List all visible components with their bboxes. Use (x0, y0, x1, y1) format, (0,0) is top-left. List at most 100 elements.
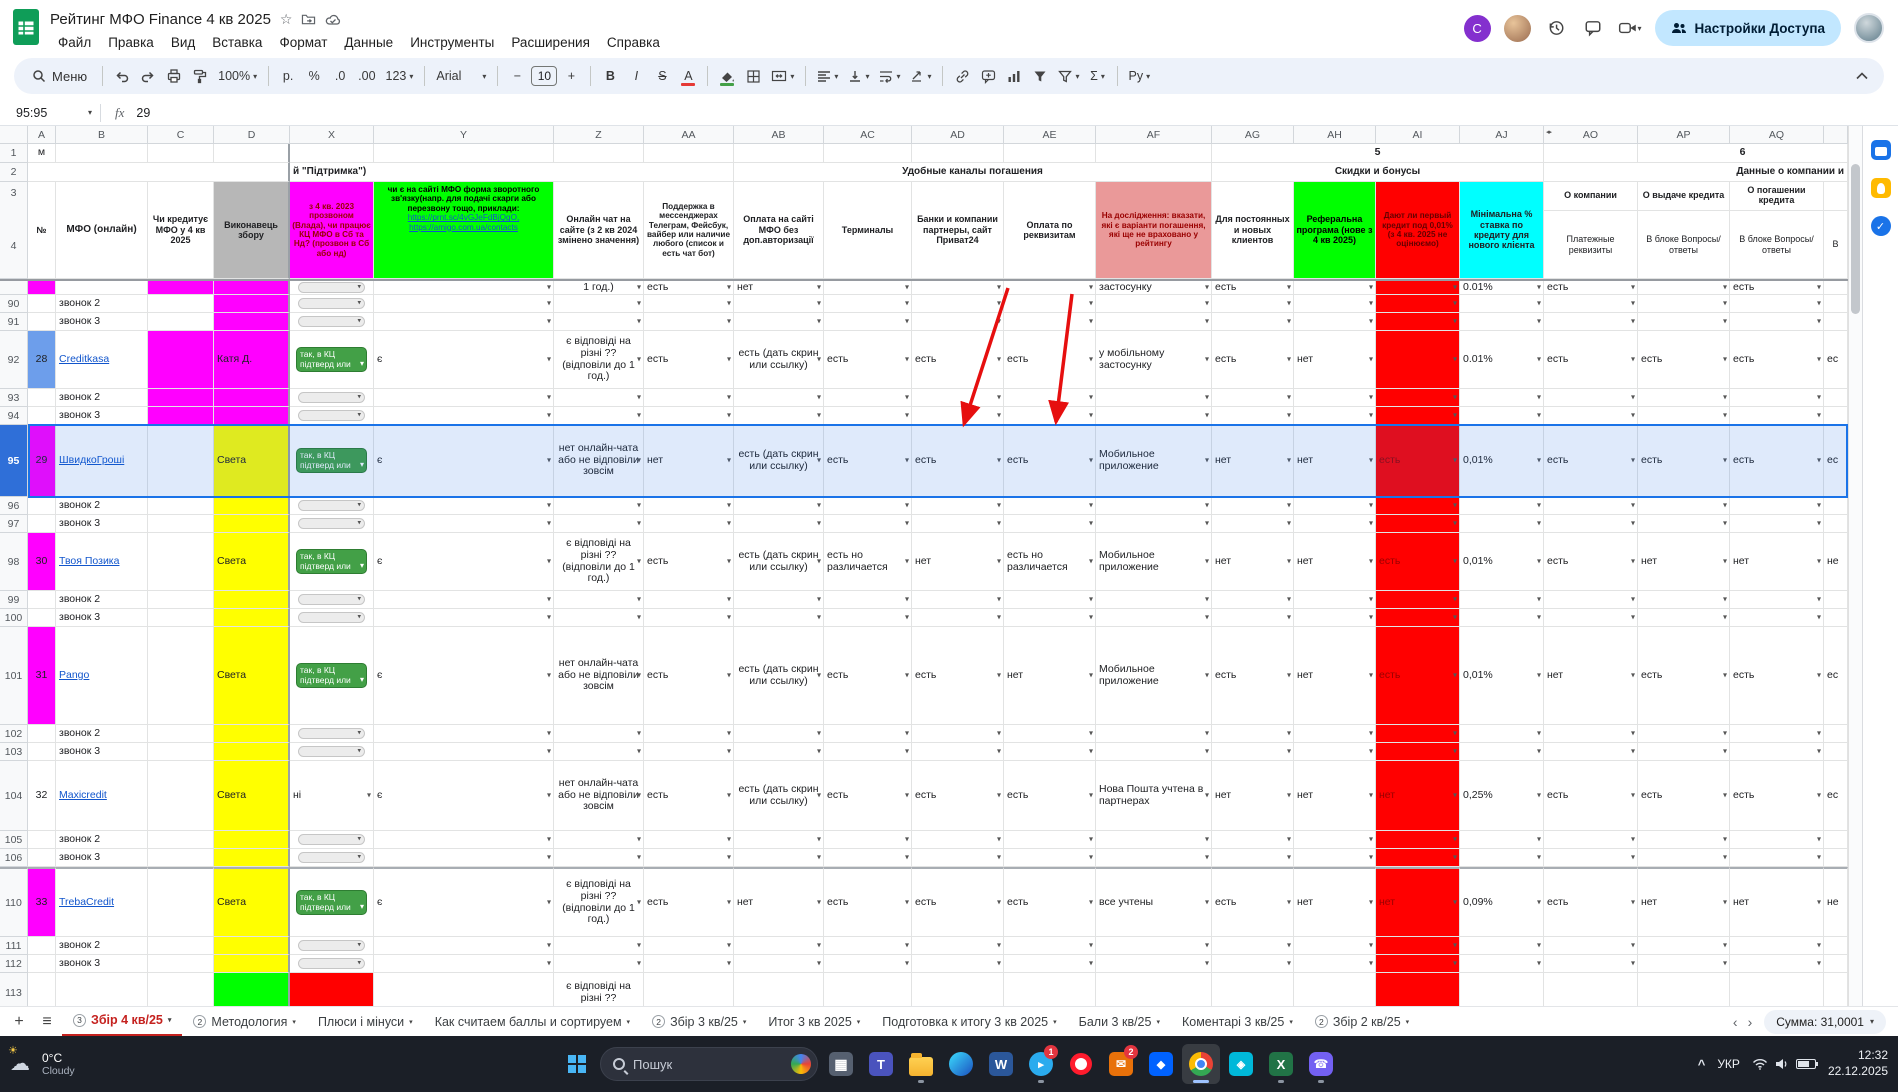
cell-C101[interactable] (148, 627, 214, 725)
cell-AH97[interactable] (1294, 515, 1376, 533)
dropdown-chip-empty[interactable] (298, 500, 365, 511)
column-header-AQ[interactable]: AQ (1730, 126, 1824, 144)
dropbox-icon[interactable]: ◆ (1142, 1044, 1180, 1084)
cell-AF106[interactable] (1096, 849, 1212, 867)
cell-AD94[interactable] (912, 407, 1004, 425)
cell-AE99[interactable] (1004, 591, 1096, 609)
column-header-AA[interactable]: AA (644, 126, 734, 144)
cell-X91[interactable] (290, 313, 374, 331)
cell-Y99[interactable] (374, 591, 554, 609)
cell-AE112[interactable] (1004, 955, 1096, 973)
cell-AP110[interactable]: нет (1638, 867, 1730, 937)
cell-AC90[interactable] (824, 295, 912, 313)
cell-AI106[interactable] (1376, 849, 1460, 867)
cell-X99[interactable] (290, 591, 374, 609)
cell-X[interactable] (290, 281, 374, 295)
cell-AB94[interactable] (734, 407, 824, 425)
cell-AP113[interactable] (1638, 973, 1730, 1006)
cell-C102[interactable] (148, 725, 214, 743)
cell-A112[interactable] (28, 955, 56, 973)
cell-AA91[interactable] (644, 313, 734, 331)
excel-icon[interactable]: X (1262, 1044, 1300, 1084)
hidden-columns-marker[interactable]: ◂▸ (1546, 128, 1551, 136)
cell-AD97[interactable] (912, 515, 1004, 533)
header-executor[interactable]: Виконавець збору (214, 182, 290, 279)
menu-Данные[interactable]: Данные (336, 33, 401, 52)
cell-AJ103[interactable] (1460, 743, 1544, 761)
cell-AH110[interactable]: нет (1294, 867, 1376, 937)
tab-menu-caret-icon[interactable]: ▾ (857, 1018, 861, 1026)
name-box[interactable]: 95:95▾ (8, 106, 100, 120)
cell-AB102[interactable] (734, 725, 824, 743)
cell-B113[interactable] (56, 973, 148, 1006)
cell-D106[interactable] (214, 849, 290, 867)
cell-AQ100[interactable] (1730, 609, 1824, 627)
cell-AA98[interactable]: есть (644, 533, 734, 591)
format-percent-button[interactable]: % (302, 63, 326, 89)
cell-partial90[interactable] (1824, 295, 1848, 313)
filter-views-button[interactable]: ▾ (1054, 63, 1083, 89)
cell-AH112[interactable] (1294, 955, 1376, 973)
cell-Z105[interactable] (554, 831, 644, 849)
cell-AJ100[interactable] (1460, 609, 1544, 627)
cell-AD92[interactable]: есть (912, 331, 1004, 389)
cell-AF1[interactable] (1096, 144, 1212, 163)
cell-AF103[interactable] (1096, 743, 1212, 761)
cell-AQ102[interactable] (1730, 725, 1824, 743)
cell-AA95[interactable]: нет (644, 425, 734, 497)
cell-AJ101[interactable]: 0,01% (1460, 627, 1544, 725)
dropdown-chip-empty[interactable] (298, 834, 365, 845)
header-online-chat[interactable]: Онлайн чат на сайте (з 2 кв 2024 змінено… (554, 182, 644, 279)
cell-Z99[interactable] (554, 591, 644, 609)
cell-partial99[interactable] (1824, 591, 1848, 609)
cell-AI105[interactable] (1376, 831, 1460, 849)
cell-Z[interactable]: 1 год.) (554, 281, 644, 295)
cell-AF96[interactable] (1096, 497, 1212, 515)
cell-Y93[interactable] (374, 389, 554, 407)
cell-AJ93[interactable] (1460, 389, 1544, 407)
dropdown-chip-empty[interactable] (298, 746, 365, 757)
cell-AE100[interactable] (1004, 609, 1096, 627)
cell-B97[interactable]: звонок 3 (56, 515, 148, 533)
insert-link-button[interactable] (950, 63, 974, 89)
cell-Y96[interactable] (374, 497, 554, 515)
cell-D96[interactable] (214, 497, 290, 515)
cell-partial98[interactable]: не (1824, 533, 1848, 591)
header-about-company[interactable]: О компании Платежные реквизиты (1544, 182, 1638, 279)
dropdown-chip-empty[interactable] (298, 282, 365, 293)
header-research[interactable]: На дослідження: вказати, які є варіанти … (1096, 182, 1212, 279)
cell-B1[interactable] (56, 144, 148, 163)
row-header-102[interactable]: 102 (0, 725, 28, 743)
cell-AG101[interactable]: есть (1212, 627, 1294, 725)
column-header-AD[interactable]: AD (912, 126, 1004, 144)
cell-X98[interactable]: так, в КЦ підтверд или (290, 533, 374, 591)
dropdown-chip-empty[interactable] (298, 316, 365, 327)
cell-AH90[interactable] (1294, 295, 1376, 313)
cell-AH93[interactable] (1294, 389, 1376, 407)
cell-partial91[interactable] (1824, 313, 1848, 331)
cell-partial113[interactable] (1824, 973, 1848, 1006)
dropdown-chip[interactable]: так, в КЦ підтверд или (296, 347, 367, 372)
cell-B93[interactable]: звонок 2 (56, 389, 148, 407)
cell-AO[interactable]: есть (1544, 281, 1638, 295)
dropdown-chip[interactable]: так, в КЦ підтверд или (296, 663, 367, 688)
cell-AC96[interactable] (824, 497, 912, 515)
row-header-92[interactable]: 92 (0, 331, 28, 389)
sheet-tab-Збір 4 кв/25[interactable]: 3Збір 4 кв/25▾ (62, 1007, 182, 1037)
cell-AB100[interactable] (734, 609, 824, 627)
calendar-icon[interactable] (1871, 140, 1891, 160)
cell-D113[interactable] (214, 973, 290, 1006)
menu-Справка[interactable]: Справка (599, 33, 668, 52)
cell-D104[interactable]: Света (214, 761, 290, 831)
cell-X90[interactable] (290, 295, 374, 313)
group-company-data[interactable]: Данные о компании и (1544, 163, 1848, 182)
cell-B90[interactable]: звонок 2 (56, 295, 148, 313)
header-about-issue[interactable]: О выдаче кредита В блоке Вопросы/ответы (1638, 182, 1730, 279)
cell-AO100[interactable] (1544, 609, 1638, 627)
redo-button[interactable] (136, 63, 160, 89)
cell-Z113[interactable]: є відповіді на різні ?? (554, 973, 644, 1006)
cell-AB112[interactable] (734, 955, 824, 973)
cell-partial106[interactable] (1824, 849, 1848, 867)
row-header-91[interactable]: 91 (0, 313, 28, 331)
cell-AE106[interactable] (1004, 849, 1096, 867)
